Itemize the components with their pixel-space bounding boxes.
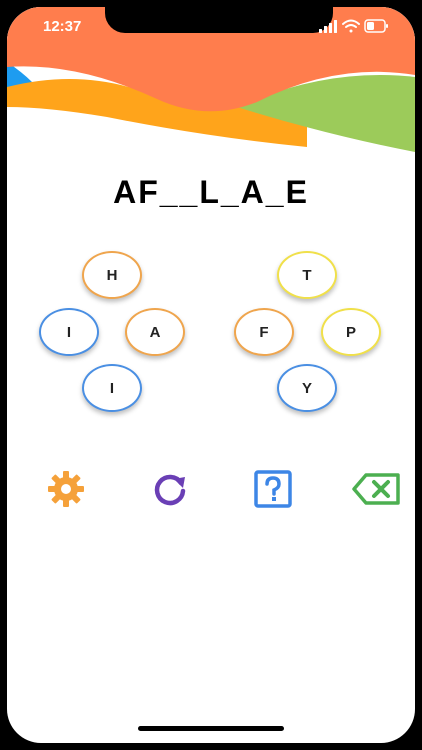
wifi-icon [342,19,360,33]
letter-label: I [109,379,115,397]
letter-label: A [149,323,161,341]
letter-tile[interactable]: T [277,251,337,299]
gear-icon [48,471,84,507]
refresh-button[interactable] [148,467,192,511]
question-icon [254,470,292,508]
letter-tile[interactable]: Y [277,364,337,412]
letter-tile[interactable]: A [125,308,185,356]
letter-label: Y [301,379,312,397]
battery-icon [364,19,388,33]
refresh-icon [154,474,186,506]
letter-label: P [345,323,356,341]
app-screen: 12:37 AF__L_A_E H I A I T F P Y [7,7,415,743]
letter-tile[interactable]: I [82,364,142,412]
phone-frame: 12:37 AF__L_A_E H I A I T F P Y [0,0,422,750]
status-time: 12:37 [43,18,82,35]
settings-button[interactable] [44,467,88,511]
device-notch [105,7,333,33]
letter-tile[interactable]: P [321,308,381,356]
hint-button[interactable] [251,467,295,511]
letter-label: I [66,323,72,341]
letter-label: F [259,323,269,341]
status-icons [319,19,388,33]
home-indicator[interactable] [138,726,284,731]
letter-label: T [302,266,312,284]
delete-button[interactable] [349,467,403,511]
signal-icon [319,20,337,33]
letter-label: H [106,266,118,284]
letter-tile[interactable]: I [39,308,99,356]
letter-tile[interactable]: H [82,251,142,299]
puzzle-word: AF__L_A_E [113,174,309,210]
backspace-icon [352,473,400,505]
letter-tile[interactable]: F [234,308,294,356]
